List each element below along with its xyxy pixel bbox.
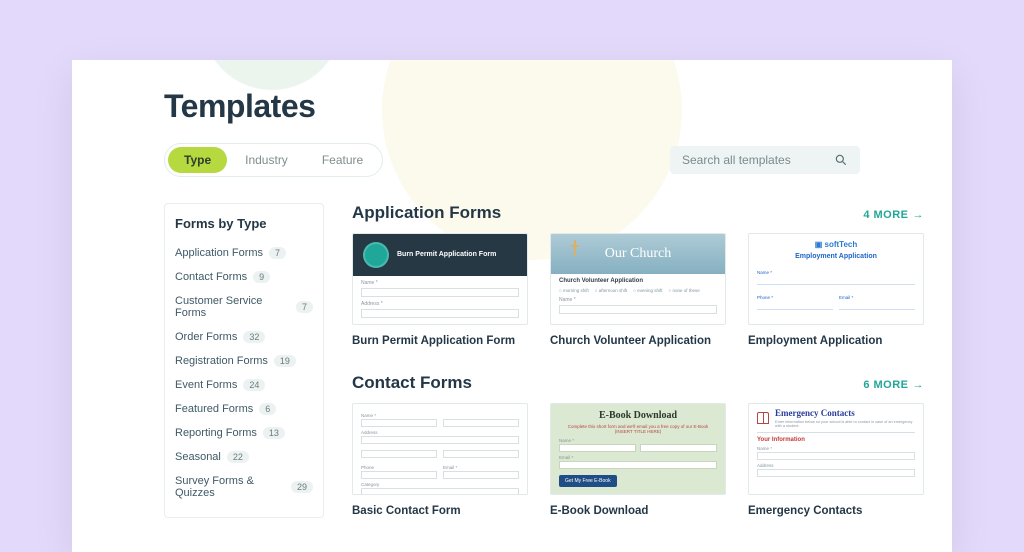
- count-badge: 22: [227, 451, 249, 463]
- search-icon: [834, 153, 848, 167]
- template-card-burn-permit[interactable]: Burn Permit Application Form Name * Addr…: [352, 233, 528, 347]
- sidebar-heading: Forms by Type: [175, 216, 313, 231]
- sidebar-item-featured-forms[interactable]: Featured Forms6: [175, 397, 313, 421]
- template-card-church-volunteer[interactable]: Our Church Church Volunteer Application …: [550, 233, 726, 347]
- templates-page: Templates Type Industry Feature Search a…: [72, 60, 952, 552]
- count-badge: 7: [296, 301, 313, 313]
- sidebar-item-customer-service-forms[interactable]: Customer Service Forms7: [175, 289, 313, 325]
- arrow-right-icon: →: [913, 209, 925, 221]
- search-input[interactable]: Search all templates: [670, 146, 860, 174]
- template-thumbnail: Emergency Contacts Enter information bel…: [748, 403, 924, 495]
- count-badge: 7: [269, 247, 286, 259]
- template-thumbnail: Name * Address Phone Email * Category: [352, 403, 528, 495]
- sidebar-item-seasonal[interactable]: Seasonal22: [175, 445, 313, 469]
- template-card-employment-application[interactable]: softTech Employment Application Name * P…: [748, 233, 924, 347]
- brand-logo: softTech: [749, 240, 923, 249]
- sidebar-item-order-forms[interactable]: Order Forms32: [175, 325, 313, 349]
- tab-feature[interactable]: Feature: [306, 147, 379, 173]
- template-title: Basic Contact Form: [352, 505, 528, 517]
- template-thumbnail: E-Book Download Complete this short form…: [550, 403, 726, 495]
- page-title: Templates: [164, 88, 860, 125]
- template-thumbnail: Our Church Church Volunteer Application …: [550, 233, 726, 325]
- sidebar-item-event-forms[interactable]: Event Forms24: [175, 373, 313, 397]
- sidebar-item-registration-forms[interactable]: Registration Forms19: [175, 349, 313, 373]
- cross-icon: [571, 240, 579, 256]
- template-card-ebook-download[interactable]: E-Book Download Complete this short form…: [550, 403, 726, 517]
- sidebar-item-reporting-forms[interactable]: Reporting Forms13: [175, 421, 313, 445]
- sidebar-item-survey-forms-quizzes[interactable]: Survey Forms & Quizzes29: [175, 469, 313, 505]
- template-card-emergency-contacts[interactable]: Emergency Contacts Enter information bel…: [748, 403, 924, 517]
- decorative-blob: [202, 60, 342, 90]
- arrow-right-icon: →: [913, 379, 925, 391]
- count-badge: 19: [274, 355, 296, 367]
- count-badge: 9: [253, 271, 270, 283]
- template-title: Church Volunteer Application: [550, 335, 726, 347]
- more-link-contact-forms[interactable]: 6 MORE →: [863, 379, 924, 391]
- template-title: E-Book Download: [550, 505, 726, 517]
- count-badge: 6: [259, 403, 276, 415]
- section-heading-contact-forms: Contact Forms: [352, 373, 472, 393]
- book-icon: [757, 412, 769, 424]
- template-thumbnail: Burn Permit Application Form Name * Addr…: [352, 233, 528, 325]
- sidebar-item-application-forms[interactable]: Application Forms7: [175, 241, 313, 265]
- filter-tabs: Type Industry Feature: [164, 143, 383, 177]
- count-badge: 32: [243, 331, 265, 343]
- sidebar-forms-by-type: Forms by Type Application Forms7 Contact…: [164, 203, 324, 518]
- tab-type[interactable]: Type: [168, 147, 227, 173]
- count-badge: 24: [243, 379, 265, 391]
- cta-button: Get My Free E-Book: [559, 475, 617, 487]
- template-card-basic-contact[interactable]: Name * Address Phone Email * Category Ba…: [352, 403, 528, 517]
- tab-industry[interactable]: Industry: [229, 147, 304, 173]
- template-title: Employment Application: [748, 335, 924, 347]
- search-placeholder: Search all templates: [682, 153, 791, 167]
- template-thumbnail: softTech Employment Application Name * P…: [748, 233, 924, 325]
- section-heading-application-forms: Application Forms: [352, 203, 501, 223]
- template-title: Burn Permit Application Form: [352, 335, 528, 347]
- sidebar-item-contact-forms[interactable]: Contact Forms9: [175, 265, 313, 289]
- template-title: Emergency Contacts: [748, 505, 924, 517]
- main-content: Application Forms 4 MORE → Burn Permit A…: [352, 203, 924, 518]
- count-badge: 29: [291, 481, 313, 493]
- seal-icon: [363, 242, 389, 268]
- count-badge: 13: [263, 427, 285, 439]
- more-link-application-forms[interactable]: 4 MORE →: [863, 209, 924, 221]
